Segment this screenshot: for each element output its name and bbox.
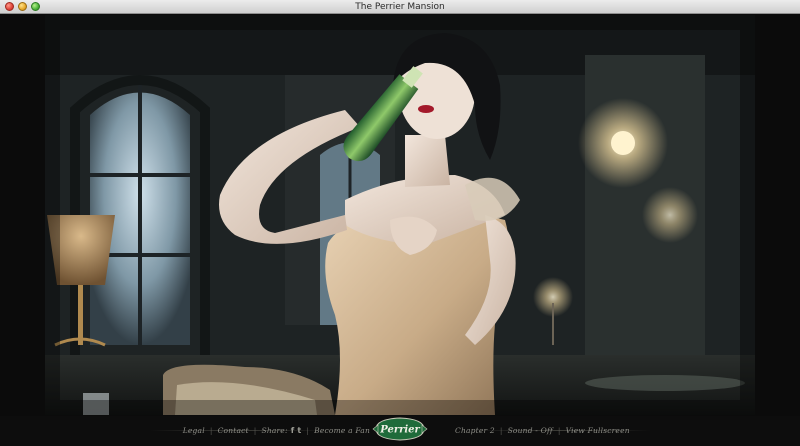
share-label: Share: <box>261 425 288 435</box>
separator: | <box>253 425 257 435</box>
twitter-icon[interactable]: t <box>297 426 301 435</box>
facebook-icon[interactable]: f <box>291 426 295 435</box>
separator: | <box>499 425 503 435</box>
perrier-logo[interactable]: Perrier <box>372 416 428 442</box>
become-fan-link[interactable]: Become a Fan <box>314 426 370 435</box>
legal-link[interactable]: Legal <box>183 426 205 435</box>
sound-toggle[interactable]: Sound - Off <box>508 426 553 435</box>
video-player[interactable] <box>45 15 755 415</box>
window-titlebar: The Perrier Mansion <box>0 0 800 14</box>
footer-nav: Legal | Contact | Share: f t | Become a … <box>0 416 800 446</box>
chapter-link[interactable]: Chapter 2 <box>455 426 495 435</box>
logo-text: Perrier <box>379 425 420 436</box>
footer-left-links: Legal | Contact | Share: f t | Become a … <box>183 423 370 437</box>
separator: | <box>209 425 213 435</box>
separator: | <box>557 425 561 435</box>
fullscreen-link[interactable]: View Fullscreen <box>566 426 630 435</box>
separator: | <box>306 425 310 435</box>
window-title: The Perrier Mansion <box>355 2 445 12</box>
share-group: Share: f t <box>261 426 301 435</box>
stage: Legal | Contact | Share: f t | Become a … <box>0 14 800 446</box>
footer-right-links: Chapter 2 | Sound - Off | View Fullscree… <box>455 423 630 437</box>
contact-link[interactable]: Contact <box>218 426 249 435</box>
video-frame <box>45 15 755 415</box>
